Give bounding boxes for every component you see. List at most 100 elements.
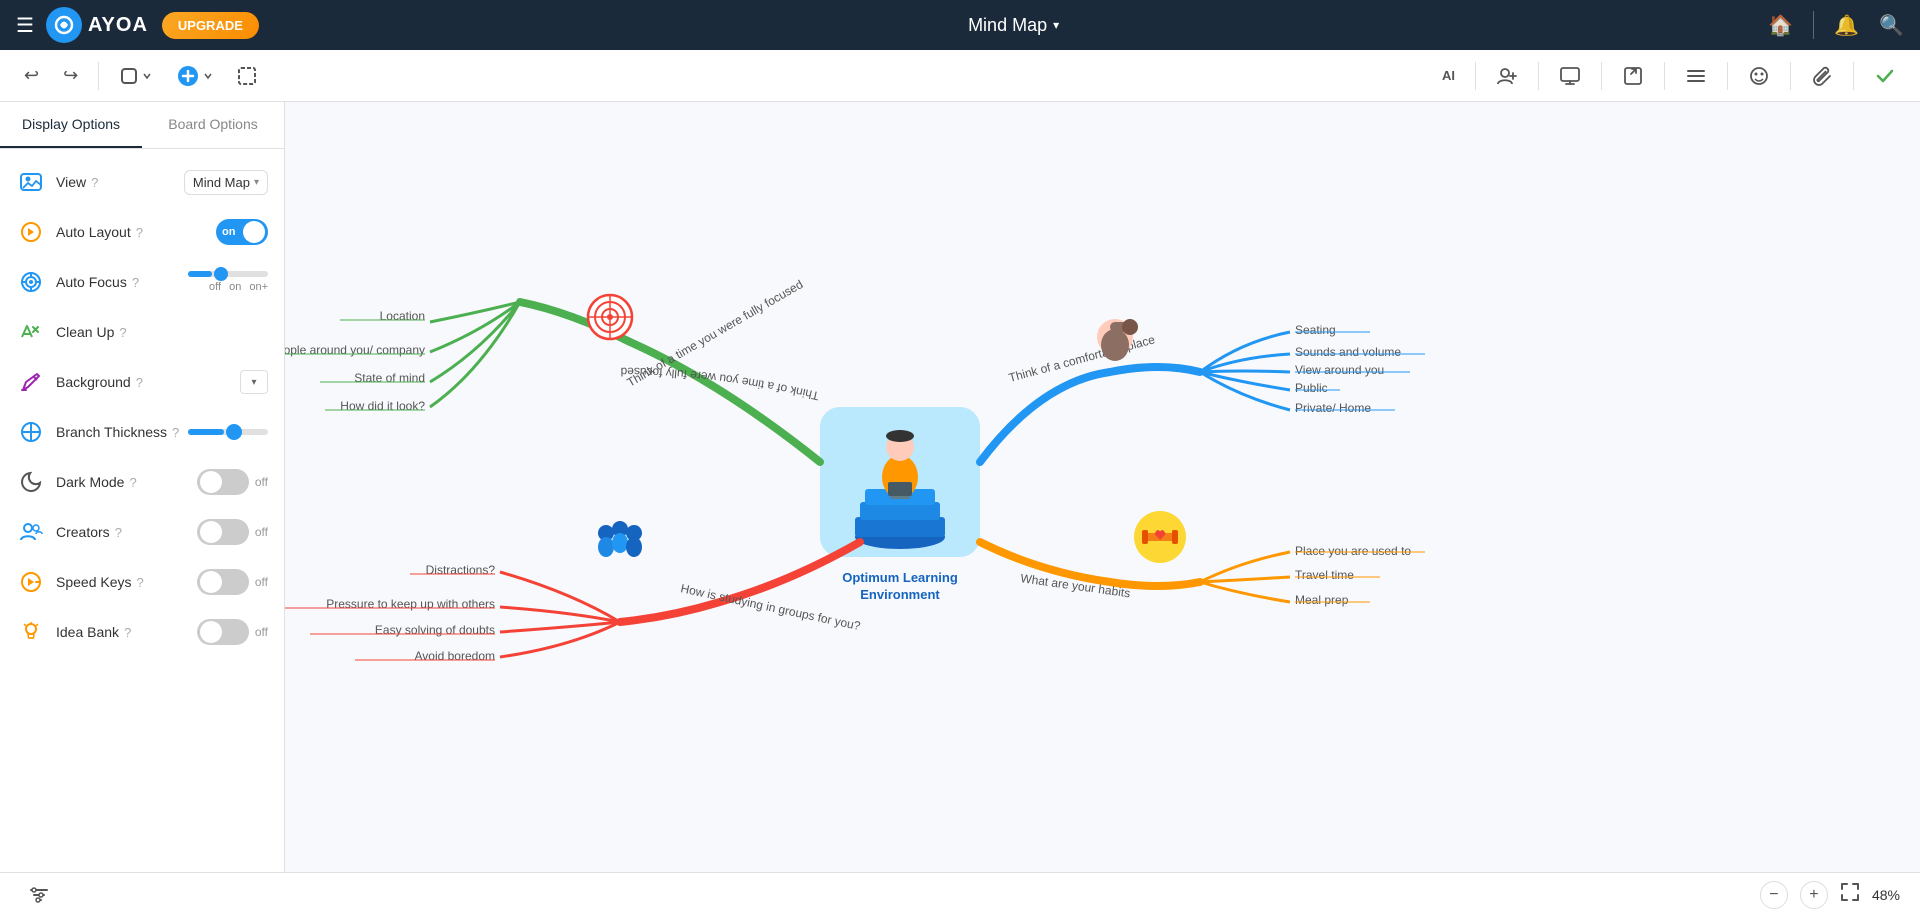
view-dropdown-caret-icon: ▾	[254, 177, 259, 188]
creators-toggle[interactable]	[197, 519, 249, 545]
idea-bank-status: off	[255, 625, 268, 639]
clean-up-help-icon[interactable]: ?	[119, 325, 126, 340]
dark-mode-label: Dark Mode ?	[56, 474, 197, 490]
svg-text:Easy solving of doubts: Easy solving of doubts	[375, 623, 495, 637]
svg-text:Place you are used to: Place you are used to	[1295, 544, 1411, 558]
auto-layout-icon	[16, 217, 46, 247]
zoom-level-display: 48%	[1872, 887, 1900, 903]
branch-thickness-help-icon[interactable]: ?	[172, 425, 179, 440]
tab-display-options[interactable]: Display Options	[0, 102, 142, 148]
svg-text:Optimum Learning: Optimum Learning	[842, 570, 958, 585]
auto-focus-slider-fill	[188, 271, 212, 277]
view-dropdown[interactable]: Mind Map ▾	[184, 170, 268, 195]
svg-text:Seating: Seating	[1295, 323, 1336, 337]
logo-text: AYOA	[88, 14, 148, 37]
toolbar-right: AI	[1434, 59, 1904, 93]
sticker-button[interactable]	[1740, 59, 1778, 93]
auto-layout-toggle-knob	[243, 221, 265, 243]
filter-button[interactable]	[20, 878, 58, 912]
speed-keys-row: Speed Keys ? off	[0, 557, 284, 607]
idea-bank-help-icon[interactable]: ?	[124, 625, 131, 640]
view-control: Mind Map ▾	[184, 170, 268, 195]
tab-board-options[interactable]: Board Options	[142, 102, 284, 148]
toolbar-divider-8	[1853, 62, 1854, 90]
view-icon	[16, 167, 46, 197]
redo-button[interactable]: ↪	[55, 59, 86, 92]
auto-focus-labels: off on on+	[209, 281, 268, 293]
creators-help-icon[interactable]: ?	[115, 525, 122, 540]
dark-mode-toggle-knob	[200, 471, 222, 493]
clean-up-label: Clean Up ?	[56, 324, 268, 340]
clean-up-icon	[16, 317, 46, 347]
mind-map-svg: Optimum Learning Environment Think of a …	[0, 102, 1920, 916]
notification-icon[interactable]: 🔔	[1834, 13, 1859, 38]
view-label: View ?	[56, 174, 184, 190]
shape-tool-button[interactable]	[111, 60, 160, 92]
idea-bank-toggle[interactable]	[197, 619, 249, 645]
view-row: View ? Mind Map ▾	[0, 157, 284, 207]
toolbar-divider-3	[1538, 62, 1539, 90]
dark-mode-row: Dark Mode ? off	[0, 457, 284, 507]
speed-keys-control: off	[197, 569, 268, 595]
auto-layout-help-icon[interactable]: ?	[136, 225, 143, 240]
auto-layout-control: on	[216, 219, 268, 245]
title-caret-icon: ▾	[1053, 18, 1059, 32]
attachment-button[interactable]	[1803, 59, 1841, 93]
speed-keys-label: Speed Keys ?	[56, 574, 197, 590]
background-help-icon[interactable]: ?	[136, 375, 143, 390]
creators-toggle-knob	[200, 521, 222, 543]
canvas[interactable]: Optimum Learning Environment Think of a …	[0, 102, 1920, 916]
panel-content: View ? Mind Map ▾ Auto Layout ?	[0, 149, 284, 665]
toolbar-divider-5	[1664, 62, 1665, 90]
svg-text:Distractions?: Distractions?	[426, 563, 496, 577]
branch-thickness-label: Branch Thickness ?	[56, 424, 188, 440]
zoom-out-button[interactable]: −	[1760, 881, 1788, 909]
frame-tool-button[interactable]	[229, 60, 265, 92]
search-icon[interactable]: 🔍	[1879, 13, 1904, 38]
toolbar-divider-2	[1475, 62, 1476, 90]
auto-focus-help-icon[interactable]: ?	[132, 275, 139, 290]
idea-bank-icon	[16, 617, 46, 647]
svg-text:People around you/ company: People around you/ company	[269, 343, 425, 357]
svg-text:Think of a time you were fully: Think of a time you were fully focused	[615, 293, 825, 474]
clean-up-row[interactable]: Clean Up ?	[0, 307, 284, 357]
svg-text:Pressure to keep up with other: Pressure to keep up with others	[326, 597, 495, 611]
ai-button[interactable]: AI	[1434, 62, 1463, 89]
toolbar-divider-6	[1727, 62, 1728, 90]
upgrade-button[interactable]: UPGRADE	[162, 12, 259, 39]
fit-button[interactable]	[1840, 882, 1860, 907]
menu-icon[interactable]: ☰	[16, 13, 34, 38]
export-button[interactable]	[1614, 59, 1652, 93]
side-panel: Display Options Board Options View ? Min…	[0, 102, 285, 916]
auto-layout-row: Auto Layout ? on	[0, 207, 284, 257]
zoom-in-button[interactable]: +	[1800, 881, 1828, 909]
auto-layout-toggle[interactable]: on	[216, 219, 268, 245]
menu-lines-button[interactable]	[1677, 59, 1715, 93]
idea-bank-toggle-knob	[200, 621, 222, 643]
check-button[interactable]	[1866, 59, 1904, 93]
bottom-bar: − + 48%	[0, 872, 1920, 916]
bottom-right: − + 48%	[1760, 881, 1900, 909]
speed-keys-help-icon[interactable]: ?	[137, 575, 144, 590]
auto-focus-slider[interactable]	[188, 271, 268, 277]
toolbar-divider-1	[98, 62, 99, 90]
background-swatch[interactable]: ▾	[240, 370, 268, 394]
view-help-icon[interactable]: ?	[91, 175, 98, 190]
dark-mode-help-icon[interactable]: ?	[129, 475, 136, 490]
speed-keys-toggle[interactable]	[197, 569, 249, 595]
idea-bank-label: Idea Bank ?	[56, 624, 197, 640]
svg-text:Public: Public	[1295, 381, 1328, 395]
present-button[interactable]	[1551, 59, 1589, 93]
add-button[interactable]	[168, 58, 221, 94]
mind-map-title[interactable]: Mind Map ▾	[968, 15, 1059, 36]
auto-focus-row: Auto Focus ? off on on+	[0, 257, 284, 307]
auto-focus-label: Auto Focus ?	[56, 274, 188, 290]
dark-mode-toggle[interactable]	[197, 469, 249, 495]
toolbar: ↩ ↪ AI	[0, 50, 1920, 102]
undo-button[interactable]: ↩	[16, 59, 47, 92]
auto-focus-slider-thumb	[214, 267, 228, 281]
svg-text:Private/ Home: Private/ Home	[1295, 401, 1371, 415]
home-icon[interactable]: 🏠	[1768, 13, 1793, 38]
add-user-button[interactable]	[1488, 59, 1526, 93]
branch-thickness-slider[interactable]	[188, 429, 268, 435]
